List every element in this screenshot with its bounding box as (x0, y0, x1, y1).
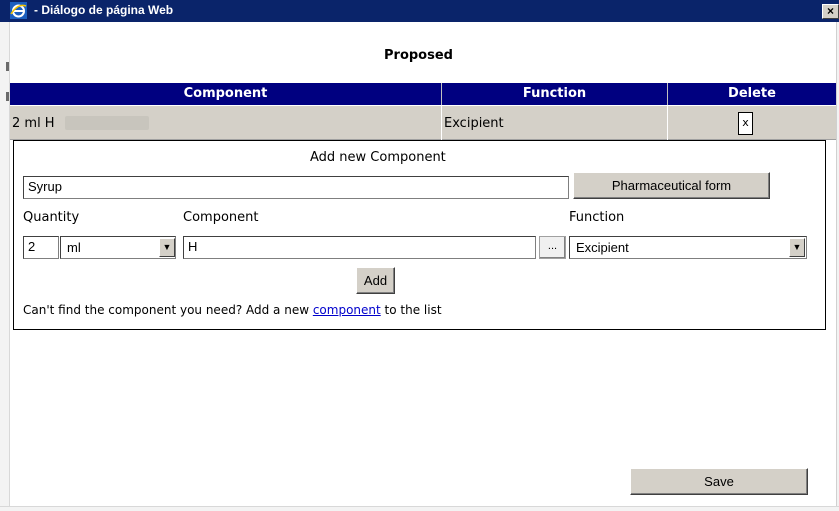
add-component-panel (13, 140, 826, 330)
column-header-component: Component (183, 86, 268, 101)
column-divider (441, 106, 442, 140)
close-icon[interactable]: × (822, 4, 839, 19)
save-button[interactable]: Save (630, 468, 808, 495)
component-input[interactable]: H (183, 236, 536, 259)
column-header-function: Function (522, 86, 587, 101)
column-header-delete: Delete (728, 86, 776, 101)
quantity-input[interactable]: 2 (23, 236, 59, 259)
table-header: Component Function Delete (10, 83, 836, 105)
browse-component-button[interactable]: ... (539, 236, 566, 259)
add-component-link[interactable]: component (313, 303, 381, 317)
column-divider (667, 106, 668, 140)
help-text: Can't find the component you need? Add a… (23, 303, 442, 317)
help-text-suffix: to the list (380, 303, 442, 317)
function-select-value: Excipient (576, 240, 629, 255)
unit-select[interactable]: ml ▼ (60, 236, 176, 259)
pharmaceutical-form-input[interactable]: Syrup (23, 176, 569, 199)
frame-mark (6, 92, 9, 101)
row-component: 2 ml H (12, 116, 55, 131)
ie-icon (10, 2, 27, 19)
help-text-prefix: Can't find the component you need? Add a… (23, 303, 313, 317)
add-button[interactable]: Add (356, 267, 395, 294)
function-select[interactable]: Excipient ▼ (569, 236, 807, 259)
frame-mark (6, 62, 9, 71)
pharmaceutical-form-button[interactable]: Pharmaceutical form (573, 172, 770, 199)
panel-title: Add new Component (310, 150, 446, 165)
delete-row-button[interactable]: x (738, 112, 753, 135)
title-bar: - Diálogo de página Web × (0, 0, 839, 22)
unit-select-value: ml (67, 240, 81, 255)
row-function: Excipient (444, 116, 504, 131)
window-frame-bottom (0, 506, 839, 511)
window-frame-left (0, 22, 10, 511)
redacted-text (65, 116, 149, 130)
quantity-label: Quantity (23, 210, 80, 225)
function-label: Function (569, 210, 625, 225)
page-title: Proposed (384, 48, 453, 63)
component-label: Component (183, 210, 259, 225)
dropdown-arrow-icon[interactable]: ▼ (789, 238, 805, 257)
dropdown-arrow-icon[interactable]: ▼ (159, 238, 175, 257)
window-title: - Diálogo de página Web (34, 3, 174, 17)
